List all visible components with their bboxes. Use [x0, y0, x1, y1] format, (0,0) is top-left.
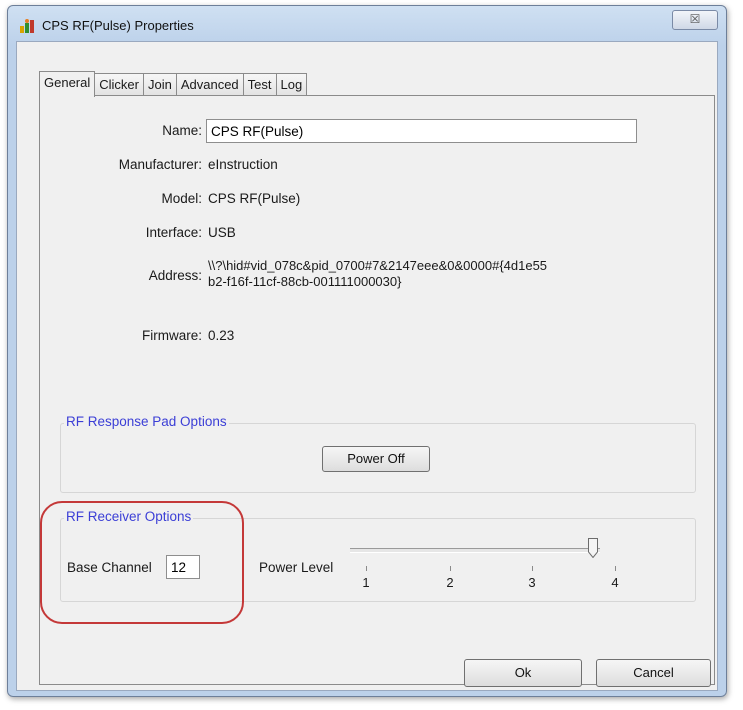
tab-advanced[interactable]: Advanced	[176, 73, 244, 96]
power-level-label: Power Level	[259, 560, 334, 575]
model-value: CPS RF(Pulse)	[208, 191, 301, 206]
manufacturer-value: eInstruction	[208, 157, 278, 172]
power-level-slider-track[interactable]	[350, 548, 600, 553]
name-label: Name:	[162, 123, 202, 138]
manufacturer-label: Manufacturer:	[118, 157, 202, 172]
cancel-button[interactable]: Cancel	[596, 659, 711, 687]
power-level-tick	[532, 566, 533, 571]
power-level-tick-label: 1	[362, 575, 370, 590]
name-field[interactable]	[206, 119, 637, 143]
power-off-button[interactable]: Power Off	[322, 446, 430, 472]
close-icon: ☒	[689, 12, 701, 26]
close-button[interactable]: ☒	[672, 10, 718, 30]
tab-clicker[interactable]: Clicker	[95, 73, 144, 96]
tab-strip: General Clicker Join Advanced Test Log	[39, 71, 308, 97]
tab-join[interactable]: Join	[143, 73, 177, 96]
model-label: Model:	[161, 191, 202, 206]
address-value-line1: \\?\hid#vid_078c&pid_0700#7&2147eee&0&00…	[208, 258, 548, 273]
power-level-tick-label: 2	[446, 575, 454, 590]
address-label: Address:	[148, 268, 202, 283]
highlight-annotation	[40, 501, 244, 624]
interface-value: USB	[208, 225, 236, 240]
tab-test[interactable]: Test	[243, 73, 277, 96]
tab-general[interactable]: General	[39, 71, 96, 97]
tab-log[interactable]: Log	[276, 73, 308, 96]
window-title: CPS RF(Pulse) Properties	[42, 18, 194, 33]
power-level-slider-thumb[interactable]	[588, 538, 598, 558]
power-level-tick	[450, 566, 451, 571]
response-pad-options-title: RF Response Pad Options	[64, 414, 229, 429]
app-icon	[20, 19, 34, 33]
ok-button[interactable]: Ok	[464, 659, 582, 687]
power-level-tick	[366, 566, 367, 571]
power-level-tick-label: 3	[528, 575, 536, 590]
firmware-value: 0.23	[208, 328, 235, 343]
power-level-tick	[615, 566, 616, 571]
interface-label: Interface:	[145, 225, 202, 240]
power-level-tick-label: 4	[611, 575, 619, 590]
firmware-label: Firmware:	[142, 328, 202, 343]
address-value-line2: b2-f16f-11cf-88cb-001111000030}	[208, 274, 402, 289]
